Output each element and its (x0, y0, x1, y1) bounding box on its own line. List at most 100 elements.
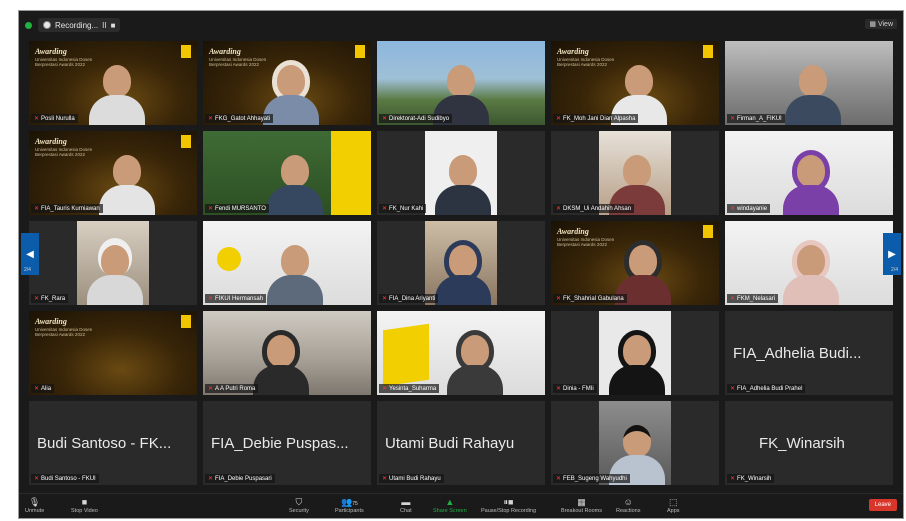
muted-mic-icon: ✕ (208, 116, 214, 122)
video-tile[interactable]: ✕ Direktorat-Adi Sudibyo (377, 41, 545, 125)
award-title: Awarding (35, 137, 67, 146)
muted-mic-icon: ✕ (382, 476, 388, 482)
view-label: View (877, 21, 893, 28)
participant-name: ✕ FKM_Nelasari (727, 294, 779, 303)
participant-display-name: FIA_Debie Puspas... (211, 435, 349, 452)
participant-name: ✕ A A Putri Roma (205, 384, 259, 393)
participants-icon: 👥75 (340, 497, 358, 507)
video-tile[interactable]: ✕ FIA_Dina Ariyanti (377, 221, 545, 305)
award-title: Awarding (35, 47, 67, 56)
leave-button[interactable]: Leave (868, 499, 897, 511)
pause-recording-icon[interactable]: II (102, 21, 106, 30)
video-tile[interactable]: ✕ FEB_Sugeng Wahyudhi (551, 401, 719, 485)
participant-name: ✕ FK_Winarsih (727, 474, 775, 483)
award-subtitle: Universitas Indonesia Dosen Berprestasi … (35, 147, 93, 157)
video-tile[interactable]: Utami Budi Rahayu ✕ Utami Budi Rahayu (377, 401, 545, 485)
video-tile[interactable]: ✕ Dinia - FMIi (551, 311, 719, 395)
muted-mic-icon: ✕ (208, 206, 214, 212)
award-title: Awarding (557, 227, 589, 236)
muted-mic-icon: ✕ (208, 296, 214, 302)
shield-icon: ⛉ (295, 497, 303, 507)
muted-mic-icon: ✕ (730, 206, 736, 212)
breakout-rooms-button[interactable]: ▦ Breakout Rooms (561, 496, 602, 514)
view-button[interactable]: ▦ View (865, 19, 897, 29)
ui-logo-icon (217, 247, 241, 271)
video-tile[interactable]: FK_Winarsih ✕ FK_Winarsih (725, 401, 893, 485)
muted-mic-icon: ✕ (34, 116, 40, 122)
participant-name: ✕ FIA_Tauris Kurniawan (31, 204, 103, 213)
share-screen-button[interactable]: ▲ Share Screen (433, 496, 467, 514)
participant-video (435, 155, 491, 215)
participant-name: ✕ FKG_Gatot Ahhayati (205, 114, 274, 123)
apps-button[interactable]: ⬚ Apps (667, 496, 680, 514)
video-tile[interactable]: ✕ windayanie (725, 131, 893, 215)
participant-display-name: FIA_Adhelia Budi... (733, 345, 862, 362)
video-tile[interactable]: Awarding Universitas Indonesia Dosen Ber… (551, 221, 719, 305)
muted-mic-icon: ✕ (730, 476, 736, 482)
participant-video (253, 335, 309, 395)
participant-name: ✕ FIA_Dina Ariyanti (379, 294, 439, 303)
arrow-left-icon: ◀ (26, 248, 34, 260)
stop-recording-icon[interactable]: ■ (111, 21, 116, 30)
video-tile[interactable]: ✕ DKSM_Ui Andahih Ahsan (551, 131, 719, 215)
video-tile[interactable]: FIA_Adhelia Budi... ✕ FIA_Adhelia Budi Pr… (725, 311, 893, 395)
record-dot-icon (43, 21, 51, 29)
recording-label: Recording... (55, 20, 99, 30)
participant-video (785, 65, 841, 125)
participant-video (89, 65, 145, 125)
chat-button[interactable]: ▬ Chat (400, 496, 412, 514)
stop-video-button[interactable]: ■ Stop Video (71, 496, 98, 514)
participant-video (435, 245, 491, 305)
video-camera-icon: ■ (81, 497, 88, 507)
award-title: Awarding (35, 317, 67, 326)
muted-mic-icon: ✕ (556, 476, 562, 482)
muted-mic-icon: ✕ (34, 296, 40, 302)
participant-video (267, 245, 323, 305)
reactions-button[interactable]: ☺ Reactions (616, 496, 640, 514)
participant-name: ✕ FEB_Sugeng Wahyudhi (553, 474, 630, 483)
award-subtitle: Universitas Indonesia Dosen Berprestasi … (557, 57, 615, 67)
video-tile[interactable]: ✕ FKM_Nelasari (725, 221, 893, 305)
participant-video (99, 155, 155, 215)
participant-name: ✕ Budi Santoso - FKUI (31, 474, 99, 483)
video-tile[interactable]: ✕ Fendi MURSANTO (203, 131, 371, 215)
video-tile[interactable]: ✕ A A Putri Roma (203, 311, 371, 395)
video-tile[interactable]: Awarding Universitas Indonesia Dosen Ber… (551, 41, 719, 125)
participants-button[interactable]: 👥75 Participants (335, 496, 364, 514)
video-tile[interactable]: ✕ Yesinta_Suharma (377, 311, 545, 395)
video-tile[interactable]: ✕ FK_Rara (29, 221, 197, 305)
video-tile[interactable]: ✕ FK_Nur Kahi (377, 131, 545, 215)
video-tile[interactable]: Awarding Universitas Indonesia Dosen Ber… (29, 41, 197, 125)
security-shield-icon[interactable] (25, 21, 32, 29)
award-title: Awarding (557, 47, 589, 56)
participant-name: ✕ Dinia - FMIi (553, 384, 597, 393)
video-tile[interactable]: Awarding Universitas Indonesia Dosen Ber… (203, 41, 371, 125)
ui-logo-icon (181, 45, 191, 58)
participant-name: ✕ FK_Shahrial Gabulana (553, 294, 627, 303)
unmute-button[interactable]: 🎙 Unmute (25, 496, 44, 514)
pause-stop-recording-button[interactable]: ⏸■ Pause/Stop Recording (481, 496, 536, 514)
arrow-right-icon: ▶ (888, 248, 896, 260)
muted-mic-icon: ✕ (730, 386, 736, 392)
muted-mic-icon: ✕ (382, 386, 388, 392)
video-tile[interactable]: FIA_Debie Puspas... ✕ FIA_Debie Puspasari (203, 401, 371, 485)
participant-video (447, 335, 503, 395)
top-bar: Recording... II ■ ▦ View (19, 11, 903, 39)
muted-mic-icon: ✕ (34, 206, 40, 212)
microphone-muted-icon: 🎙 (28, 497, 41, 507)
video-tile[interactable]: Awarding Universitas Indonesia Dosen Ber… (29, 131, 197, 215)
participant-display-name: Budi Santoso - FK... (37, 435, 172, 452)
participant-name: ✕ Fendi MURSANTO (205, 204, 269, 213)
video-tile[interactable]: Budi Santoso - FK... ✕ Budi Santoso - FKU… (29, 401, 197, 485)
muted-mic-icon: ✕ (556, 206, 562, 212)
chat-bubble-icon: ▬ (401, 497, 411, 507)
video-tile[interactable]: ✕ Firman_A_FIKUI (725, 41, 893, 125)
muted-mic-icon: ✕ (556, 296, 562, 302)
security-button[interactable]: ⛉ Security (289, 496, 309, 514)
award-subtitle: Universitas Indonesia Dosen Berprestasi … (209, 57, 267, 67)
muted-mic-icon: ✕ (34, 476, 40, 482)
video-tile[interactable]: ✕ FIKUI Hermansah (203, 221, 371, 305)
participant-name: ✕ Utami Budi Rahayu (379, 474, 444, 483)
video-tile[interactable]: Awarding Universitas Indonesia Dosen Ber… (29, 311, 197, 395)
muted-mic-icon: ✕ (208, 386, 214, 392)
